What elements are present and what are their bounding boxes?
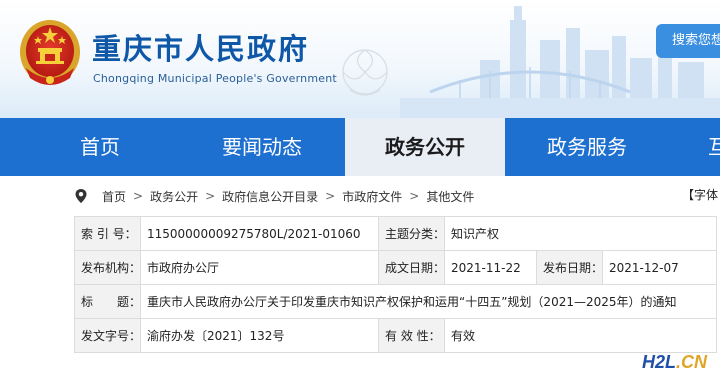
table-row: 发布机构： 市政府办公厅 成文日期： 2021-11-22 发布日期： 2021…	[74, 250, 718, 285]
nav-item-interaction[interactable]: 互	[708, 118, 720, 176]
nav-item-news[interactable]: 要闻动态	[222, 118, 302, 176]
created-date-label: 成文日期：	[378, 250, 445, 285]
breadcrumb-separator: >	[133, 189, 144, 203]
breadcrumb-other-documents[interactable]: 其他文件	[426, 188, 474, 205]
search-button[interactable]: 搜索您想	[656, 24, 720, 58]
title-value: 重庆市人民政府办公厅关于印发重庆市知识产权保护和运用“十四五”规划（2021—2…	[139, 284, 718, 319]
main-nav: 首页 要闻动态 政务公开 政务服务 互	[0, 118, 720, 176]
validity-value: 有效	[443, 318, 718, 353]
page: 重庆市人民政府 Chongqing Municipal People's Gov…	[0, 0, 720, 387]
site-header: 重庆市人民政府 Chongqing Municipal People's Gov…	[0, 0, 720, 118]
issuer-label: 发布机构：	[74, 250, 141, 285]
breadcrumb-open-government[interactable]: 政务公开	[150, 188, 198, 205]
location-pin-icon	[75, 189, 87, 203]
breadcrumb: 首页 > 政务公开 > 政府信息公开目录 > 市政府文件 > 其他文件	[74, 186, 474, 206]
breadcrumb-separator: >	[325, 189, 336, 203]
table-row: 标 题： 重庆市人民政府办公厅关于印发重庆市知识产权保护和运用“十四五”规划（2…	[74, 284, 718, 319]
published-date-value: 2021-12-07	[601, 250, 718, 285]
topic-category-label: 主题分类：	[378, 216, 445, 251]
created-date-value: 2021-11-22	[444, 250, 537, 285]
document-metadata-table: 索 引 号： 11500000009275780L/2021-01060 主题分…	[74, 216, 718, 353]
document-number-value: 渝府办发〔2021〕132号	[140, 318, 379, 353]
main-content: 首页 > 政务公开 > 政府信息公开目录 > 市政府文件 > 其他文件 【字体 …	[0, 176, 720, 387]
index-number-value: 11500000009275780L/2021-01060	[140, 216, 379, 251]
watermark-part-1: H2L	[642, 352, 677, 372]
document-number-label: 发文字号：	[74, 318, 141, 353]
validity-label: 有 效 性：	[378, 318, 445, 353]
nav-item-government-services[interactable]: 政务服务	[547, 118, 627, 176]
breadcrumb-info-directory[interactable]: 政府信息公开目录	[222, 188, 318, 205]
issuer-value: 市政府办公厅	[140, 250, 379, 285]
national-emblem-icon	[20, 20, 80, 85]
table-row: 索 引 号： 11500000009275780L/2021-01060 主题分…	[74, 216, 718, 251]
watermark-part-2: .CN	[676, 352, 708, 372]
watermark: H2L.CN	[642, 352, 707, 373]
font-size-tool[interactable]: 【字体	[682, 186, 718, 203]
nav-item-open-government[interactable]: 政务公开	[345, 118, 505, 176]
breadcrumb-home[interactable]: 首页	[102, 188, 126, 205]
breadcrumb-municipal-documents[interactable]: 市政府文件	[342, 188, 402, 205]
city-skyline-illustration	[342, 6, 720, 118]
nav-item-home[interactable]: 首页	[80, 118, 120, 176]
index-number-label: 索 引 号：	[74, 216, 141, 251]
breadcrumb-separator: >	[409, 189, 420, 203]
title-label: 标 题：	[74, 284, 141, 319]
published-date-label: 发布日期：	[536, 250, 603, 285]
topic-category-value: 知识产权	[443, 216, 718, 251]
table-row: 发文字号： 渝府办发〔2021〕132号 有 效 性： 有效	[74, 318, 718, 353]
site-title[interactable]: 重庆市人民政府	[92, 26, 309, 68]
breadcrumb-separator: >	[205, 189, 216, 203]
